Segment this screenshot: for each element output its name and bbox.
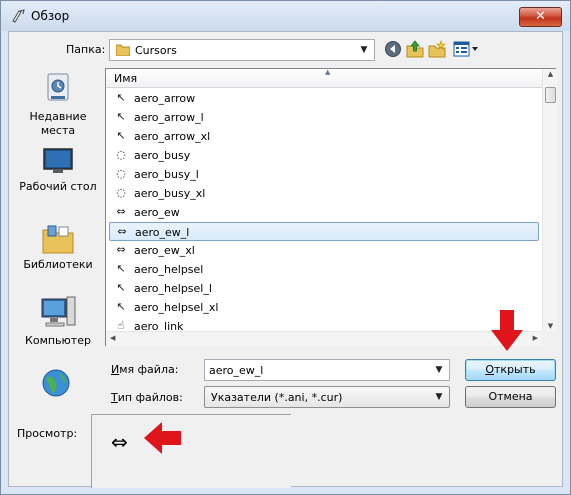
preview-pane: ⇔ bbox=[91, 414, 291, 488]
list-item[interactable]: ↖ aero_helpsel bbox=[109, 260, 539, 279]
cancel-button[interactable]: Отмена bbox=[465, 386, 556, 408]
libraries-icon bbox=[42, 225, 74, 254]
list-item[interactable]: ⇔ aero_ew bbox=[109, 203, 539, 222]
horizontal-scrollbar[interactable]: ◀ ▶ bbox=[106, 331, 542, 346]
dialog-body: Папка: Cursors ▼ Недавние места Рабочий … bbox=[8, 31, 563, 488]
scroll-thumb[interactable] bbox=[545, 87, 556, 103]
place-network[interactable] bbox=[12, 368, 104, 402]
file-name: aero_arrow_xl bbox=[134, 130, 211, 143]
place-recent[interactable]: Недавние места bbox=[12, 72, 104, 138]
column-header-name[interactable]: ▲ Имя bbox=[106, 68, 542, 88]
open-button[interactable]: Открыть bbox=[465, 359, 556, 381]
recent-places-icon bbox=[47, 73, 69, 101]
file-name: aero_helpsel_xl bbox=[134, 301, 219, 314]
folder-icon bbox=[116, 44, 130, 56]
annotation-arrow-down-icon bbox=[491, 310, 523, 351]
scroll-up-icon[interactable]: ▲ bbox=[545, 70, 556, 78]
scroll-left-icon[interactable]: ◀ bbox=[110, 334, 115, 342]
place-label: Компьютер bbox=[25, 334, 91, 347]
open-file-dialog: Обзор ✕ Папка: Cursors ▼ Недавние места … bbox=[0, 0, 571, 495]
list-item[interactable]: ◌ aero_busy bbox=[109, 146, 539, 165]
folder-label: Папка: bbox=[66, 43, 106, 56]
list-item[interactable]: ↖ aero_helpsel_l bbox=[109, 279, 539, 298]
close-button[interactable]: ✕ bbox=[519, 7, 562, 27]
scroll-down-icon[interactable]: ▼ bbox=[545, 322, 556, 330]
cursor-file-icon: ◌ bbox=[116, 186, 126, 199]
file-list[interactable]: ▲ Имя ↖ aero_arrow ↖ aero_arrow_l ↖ aero_arro… bbox=[105, 68, 557, 346]
list-item[interactable]: ↖ aero_arrow_l bbox=[109, 108, 539, 127]
list-item[interactable]: ◌ aero_busy_l bbox=[109, 165, 539, 184]
file-name: aero_ew_xl bbox=[134, 244, 195, 257]
filetype-value: Указатели (*.ani, *.cur) bbox=[211, 391, 343, 404]
place-computer[interactable]: Компьютер bbox=[12, 296, 104, 348]
cursor-file-icon: ↖ bbox=[116, 300, 126, 313]
folder-combobox[interactable]: Cursors ▼ bbox=[109, 39, 375, 61]
cursor-file-icon: ↖ bbox=[116, 281, 126, 294]
file-name: aero_busy_xl bbox=[134, 187, 206, 200]
view-menu-icon[interactable] bbox=[453, 40, 479, 58]
file-name: aero_busy_l bbox=[134, 168, 199, 181]
file-name: aero_ew bbox=[134, 206, 180, 219]
title-bar[interactable]: Обзор ✕ bbox=[1, 1, 570, 31]
list-item[interactable]: ⇔ aero_ew_xl bbox=[109, 241, 539, 260]
cursor-file-icon: ◌ bbox=[116, 167, 126, 180]
chevron-down-icon[interactable]: ▼ bbox=[431, 362, 447, 378]
list-item[interactable]: ◌ aero_busy_xl bbox=[109, 184, 539, 203]
file-name: aero_arrow_l bbox=[134, 111, 204, 124]
cursor-file-icon: ⇔ bbox=[117, 225, 127, 238]
app-icon bbox=[12, 9, 25, 23]
network-icon bbox=[42, 369, 70, 397]
column-header-label: Имя bbox=[114, 72, 138, 85]
scroll-right-icon[interactable]: ▶ bbox=[533, 334, 538, 342]
filename-input[interactable]: aero_ew_l ▼ bbox=[204, 359, 450, 381]
places-bar: Недавние места Рабочий стол Библиотеки К… bbox=[12, 68, 104, 398]
cursor-file-icon: ↖ bbox=[116, 262, 126, 275]
place-libraries[interactable]: Библиотеки bbox=[12, 224, 104, 272]
list-item[interactable]: ↖ aero_arrow bbox=[109, 89, 539, 108]
file-name: aero_arrow bbox=[134, 92, 196, 105]
filetype-select[interactable]: Указатели (*.ani, *.cur) ▼ bbox=[204, 386, 450, 408]
close-icon: ✕ bbox=[535, 9, 546, 24]
chevron-down-icon[interactable]: ▼ bbox=[431, 389, 447, 405]
scroll-corner bbox=[542, 331, 557, 346]
chevron-down-icon[interactable]: ▼ bbox=[356, 42, 372, 58]
file-name: aero_helpsel bbox=[134, 263, 204, 276]
filetype-label: Тип файлов: bbox=[111, 391, 183, 404]
annotation-arrow-left-icon bbox=[144, 422, 181, 454]
cursor-file-icon: ↖ bbox=[116, 91, 126, 104]
preview-label: Просмотр: bbox=[17, 427, 78, 440]
filename-label: Имя файла: bbox=[111, 363, 179, 376]
list-item[interactable]: ↖ aero_arrow_xl bbox=[109, 127, 539, 146]
up-folder-icon[interactable] bbox=[406, 40, 424, 58]
cursor-file-icon: ⇔ bbox=[116, 243, 126, 256]
sort-arrow-icon: ▲ bbox=[325, 68, 331, 76]
cursor-file-icon: ◌ bbox=[116, 148, 126, 161]
file-name: aero_ew_l bbox=[135, 226, 190, 239]
list-item[interactable]: ↖ aero_helpsel_xl bbox=[109, 298, 539, 317]
back-icon[interactable] bbox=[384, 40, 402, 58]
place-label: Библиотеки bbox=[23, 258, 93, 271]
place-label: Недавние места bbox=[29, 110, 87, 137]
desktop-icon bbox=[43, 148, 73, 173]
folder-value: Cursors bbox=[135, 44, 177, 57]
cursor-file-icon: ↖ bbox=[116, 129, 126, 142]
file-name: aero_busy bbox=[134, 149, 191, 162]
place-label: Рабочий стол bbox=[19, 180, 97, 193]
file-name: aero_helpsel_l bbox=[134, 282, 212, 295]
computer-icon bbox=[41, 296, 76, 327]
filename-value: aero_ew_l bbox=[209, 364, 264, 377]
cursor-file-icon: ⇔ bbox=[116, 205, 126, 218]
window-title: Обзор bbox=[31, 9, 70, 23]
place-desktop[interactable]: Рабочий стол bbox=[12, 148, 104, 194]
list-item[interactable]: ⇔ aero_ew_l bbox=[109, 222, 539, 241]
new-folder-icon[interactable] bbox=[428, 40, 446, 58]
cursor-preview-icon: ⇔ bbox=[111, 430, 128, 454]
vertical-scrollbar[interactable]: ▲ ▼ bbox=[542, 69, 557, 331]
cursor-file-icon: ↖ bbox=[116, 110, 126, 123]
